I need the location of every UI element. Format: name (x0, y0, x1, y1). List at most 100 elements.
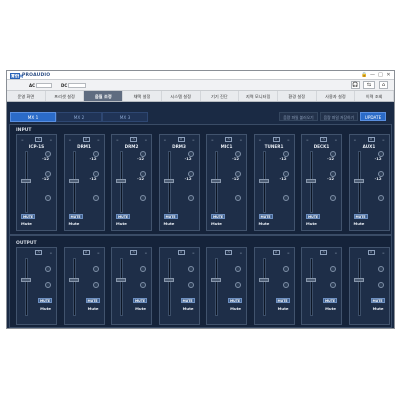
nav-item[interactable]: 지역 모니터링 (239, 91, 278, 101)
fader-handle[interactable] (68, 278, 79, 282)
fader-track[interactable] (310, 258, 313, 316)
trim-knob[interactable] (45, 195, 51, 201)
trim-knob[interactable] (282, 195, 289, 201)
trim-knob[interactable] (140, 282, 146, 288)
volume-knob[interactable] (330, 266, 336, 272)
headphone-icon[interactable]: ∩ (130, 137, 137, 142)
settings-icon[interactable]: ≡ (192, 138, 195, 142)
trim-knob[interactable] (92, 195, 99, 201)
headphone-icon[interactable]: 🎧 (351, 81, 360, 89)
fader-handle[interactable] (258, 278, 269, 282)
fader-handle[interactable] (163, 278, 174, 282)
nav-item[interactable]: 사용자 설정 (317, 91, 356, 101)
fader-handle[interactable] (116, 179, 126, 183)
fader-handle[interactable] (306, 179, 316, 183)
settings-icon[interactable]: ≡ (334, 138, 337, 142)
eq-icon[interactable]: ≡ (164, 138, 167, 142)
trim-knob[interactable] (187, 282, 194, 288)
fader-track[interactable] (262, 258, 266, 316)
mute-button[interactable]: MUTE (228, 298, 242, 303)
headphone-icon[interactable]: ∩ (367, 137, 375, 142)
trim-knob[interactable] (235, 282, 241, 288)
mute-button[interactable]: MUTE (68, 214, 83, 219)
mute-button[interactable]: MUTE (85, 298, 100, 303)
headphone-icon[interactable]: ∩ (130, 250, 137, 255)
trim-knob[interactable] (282, 282, 289, 288)
settings-icon[interactable]: ≡ (239, 251, 242, 255)
mute-button[interactable]: MUTE (133, 298, 147, 303)
mute-button[interactable]: MUTE (38, 298, 52, 303)
dc-field[interactable] (68, 82, 87, 88)
eq-icon[interactable]: ≡ (211, 138, 214, 142)
mute-button[interactable]: MUTE (306, 214, 320, 219)
save-file-button[interactable]: 음량 파일 저장하기 (319, 112, 358, 121)
mute-button[interactable]: MUTE (258, 214, 273, 219)
headphone-icon[interactable]: ∩ (177, 137, 185, 142)
settings-icon[interactable]: ≡ (144, 251, 147, 255)
mute-button[interactable]: MUTE (323, 298, 337, 303)
fader-handle[interactable] (258, 179, 269, 183)
lock-icon[interactable]: 🔒 (361, 72, 368, 78)
settings-icon[interactable]: ≡ (192, 251, 195, 255)
volume-knob[interactable] (282, 266, 289, 272)
trim-knob[interactable] (377, 195, 384, 201)
nav-item[interactable]: 시스템 설정 (162, 91, 201, 101)
fader-handle[interactable] (306, 278, 316, 282)
volume-knob[interactable] (235, 266, 241, 272)
fader-handle[interactable] (21, 179, 31, 183)
trim-knob[interactable] (92, 282, 99, 288)
trim-knob[interactable] (235, 195, 241, 201)
mute-button[interactable]: MUTE (353, 214, 368, 219)
headphone-icon[interactable]: ∩ (82, 250, 90, 255)
ac-field[interactable] (36, 82, 53, 88)
headphone-icon[interactable]: ∩ (320, 250, 327, 255)
nav-item[interactable]: 프리셋 설정 (46, 91, 85, 101)
eq-icon[interactable]: ≡ (21, 138, 24, 142)
fader-handle[interactable] (211, 278, 221, 282)
fader-handle[interactable] (68, 179, 79, 183)
headphone-icon[interactable]: ∩ (82, 137, 90, 142)
mute-button[interactable]: MUTE (163, 214, 178, 219)
nav-item[interactable]: 이력 조회 (355, 91, 394, 101)
headphone-icon[interactable]: ∩ (320, 137, 327, 142)
trim-knob[interactable] (45, 282, 51, 288)
fader-track[interactable] (167, 258, 171, 316)
home-icon[interactable]: ⌂ (379, 81, 388, 89)
fader-track[interactable] (357, 258, 361, 316)
mute-button[interactable]: MUTE (116, 214, 130, 219)
headphone-icon[interactable]: ∩ (272, 137, 280, 142)
link-icon[interactable]: ⇆ (363, 81, 375, 89)
fader-handle[interactable] (211, 179, 221, 183)
settings-icon[interactable]: ≡ (287, 138, 290, 142)
nav-item[interactable]: 기기 진단 (201, 91, 240, 101)
mute-button[interactable]: MUTE (21, 214, 35, 219)
settings-icon[interactable]: ≡ (97, 251, 100, 255)
fader-handle[interactable] (353, 278, 364, 282)
settings-icon[interactable]: ≡ (239, 138, 242, 142)
headphone-icon[interactable]: ∩ (367, 250, 375, 255)
headphone-icon[interactable]: ∩ (225, 137, 232, 142)
close-button[interactable]: ✕ (385, 72, 392, 78)
volume-knob[interactable] (45, 266, 51, 272)
settings-icon[interactable]: ≡ (97, 138, 100, 142)
eq-icon[interactable]: ≡ (354, 138, 357, 142)
load-file-button[interactable]: 음량 파일 불러오기 (279, 112, 318, 121)
headphone-icon[interactable]: ∩ (35, 250, 42, 255)
fader-handle[interactable] (163, 179, 174, 183)
tab-mx2[interactable]: MX 2 (56, 112, 102, 122)
headphone-icon[interactable]: ∩ (272, 250, 280, 255)
settings-icon[interactable]: ≡ (144, 138, 147, 142)
fader-track[interactable] (120, 258, 123, 316)
nav-item-active[interactable]: 음질 조정 (84, 91, 124, 101)
trim-knob[interactable] (377, 282, 384, 288)
tab-mx1[interactable]: MX 1 (10, 112, 56, 122)
nav-item[interactable]: 채택 설정 (123, 91, 162, 101)
fader-track[interactable] (72, 258, 76, 316)
mute-button[interactable]: MUTE (211, 214, 225, 219)
eq-icon[interactable]: ≡ (69, 138, 72, 142)
tab-mx3[interactable]: MX 3 (102, 112, 148, 122)
fader-track[interactable] (215, 258, 218, 316)
volume-knob[interactable] (187, 266, 194, 272)
trim-knob[interactable] (140, 195, 146, 201)
mute-button[interactable]: MUTE (275, 298, 290, 303)
